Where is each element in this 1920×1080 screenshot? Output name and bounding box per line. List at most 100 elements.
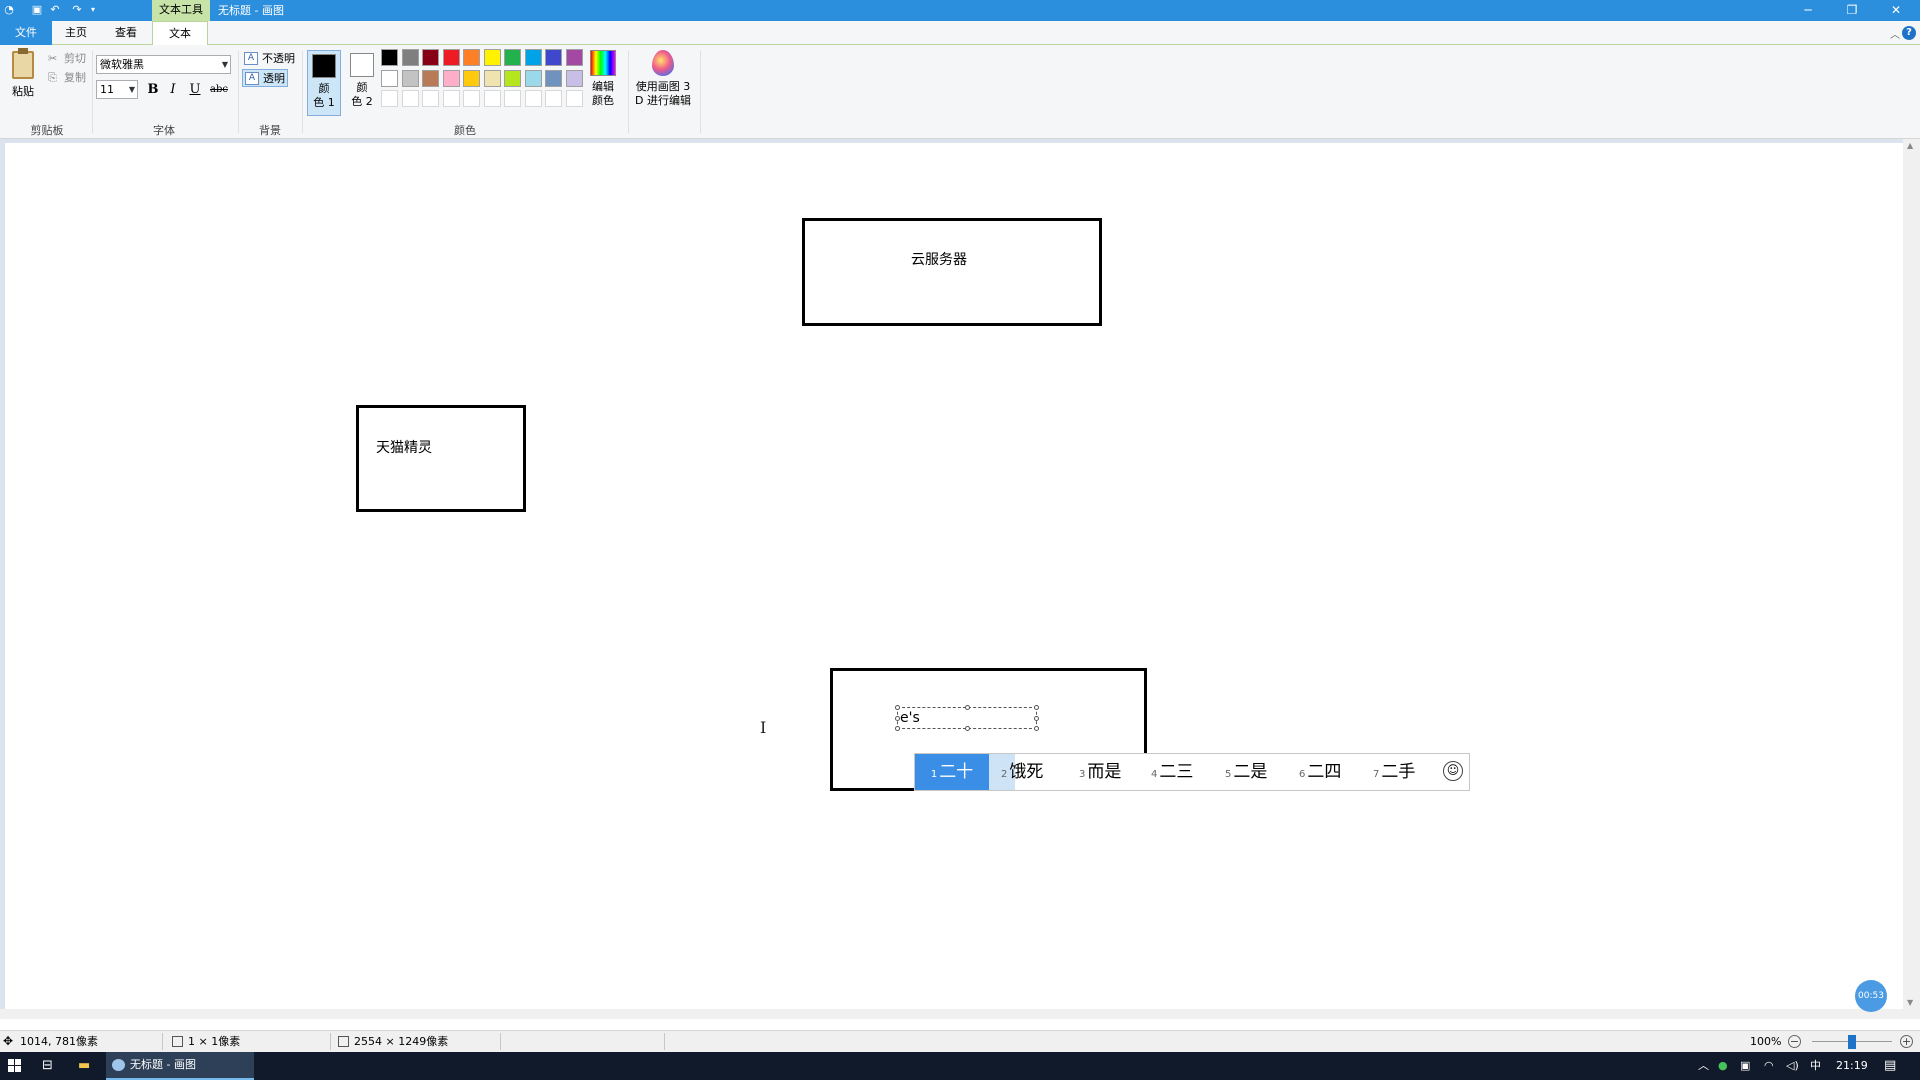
copy-button[interactable]: ⎘ 复制 (48, 70, 86, 86)
palette-swatch[interactable] (565, 90, 583, 107)
horizontal-scrollbar[interactable] (0, 1009, 1903, 1019)
opaque-button[interactable]: A 不透明 (242, 50, 295, 68)
help-icon[interactable]: ? (1902, 26, 1916, 40)
palette-swatch[interactable] (401, 90, 419, 107)
ime-candidate[interactable]: 3 而是 (1079, 754, 1121, 790)
palette-swatch[interactable] (545, 90, 562, 107)
ime-candidate[interactable]: 2 饿死 (1001, 754, 1043, 790)
ime-indicator[interactable]: 中 (1810, 1052, 1821, 1080)
palette-swatch[interactable] (483, 69, 501, 87)
transparent-button[interactable]: A 透明 (242, 69, 288, 87)
palette-swatch[interactable] (504, 49, 521, 66)
show-hidden-icons-icon[interactable]: ︿ (1698, 1052, 1709, 1080)
tab-text[interactable]: 文本 (152, 21, 208, 46)
file-explorer-icon[interactable]: ▬ (78, 1058, 90, 1073)
paint-app-icon[interactable]: ◔ (2, 3, 16, 17)
tab-home[interactable]: 主页 (56, 21, 96, 45)
palette-swatch[interactable] (381, 69, 398, 87)
palette-swatch[interactable] (504, 90, 521, 107)
palette-swatch[interactable] (524, 90, 542, 107)
scroll-down-icon[interactable]: ▼ (1907, 998, 1913, 1007)
windows-start-icon[interactable] (8, 1059, 22, 1073)
resize-handle[interactable] (1034, 716, 1039, 721)
wechat-icon[interactable]: ● (1718, 1052, 1728, 1080)
palette-swatch[interactable] (524, 69, 542, 87)
color2-button[interactable]: 颜 色 2 (345, 50, 379, 116)
paste-icon[interactable] (12, 48, 34, 79)
collapse-ribbon-icon[interactable]: ︿ (1890, 26, 1900, 41)
underline-button[interactable]: U (186, 80, 204, 99)
color1-button[interactable]: 颜 色 1 (307, 50, 341, 116)
input-method-icon[interactable]: ▣ (1740, 1052, 1750, 1080)
network-icon[interactable]: ◠ (1764, 1052, 1774, 1080)
tab-file[interactable]: 文件 (0, 21, 52, 45)
ime-candidate[interactable]: 6 二四 (1299, 754, 1341, 790)
zoom-slider-thumb[interactable] (1848, 1035, 1856, 1049)
notification-icon[interactable]: ▤ (1884, 1052, 1896, 1080)
palette-swatch[interactable] (422, 49, 439, 66)
palette-swatch[interactable] (381, 90, 398, 107)
restore-icon[interactable]: ❐ (1830, 0, 1874, 21)
drawing-canvas[interactable]: 云服务器 天猫精灵 I (5, 143, 1903, 1009)
redo-icon[interactable]: ↷ (70, 3, 84, 17)
palette-swatch[interactable] (545, 69, 562, 87)
font-family-select[interactable]: 微软雅黑 ▼ (96, 55, 231, 74)
palette-swatch[interactable] (442, 90, 460, 107)
recording-timer[interactable]: 00:53 (1855, 980, 1887, 1012)
zoom-in-icon[interactable]: + (1900, 1035, 1913, 1048)
resize-handle[interactable] (1034, 726, 1039, 731)
customize-quick-access-icon[interactable]: ▾ (86, 3, 100, 17)
palette-swatch[interactable] (442, 49, 460, 66)
clock[interactable]: 21:19 (1836, 1052, 1868, 1080)
palette-swatch[interactable] (483, 90, 501, 107)
palette-swatch[interactable] (504, 69, 521, 87)
palette-swatch[interactable] (545, 49, 562, 66)
palette-swatch[interactable] (422, 90, 439, 107)
scroll-up-icon[interactable]: ▲ (1907, 141, 1913, 150)
resize-handle[interactable] (1034, 705, 1039, 710)
text-edit-box[interactable]: e's (895, 705, 1039, 731)
close-icon[interactable]: ✕ (1874, 0, 1918, 21)
font-size-select[interactable]: 11 ▼ (96, 80, 138, 99)
palette-swatch[interactable] (483, 49, 501, 66)
palette-swatch[interactable] (524, 49, 542, 66)
resize-handle[interactable] (965, 705, 970, 710)
ime-candidate[interactable]: 1 二十 (915, 754, 989, 790)
taskbar-paint-app[interactable]: 无标题 - 画图 (106, 1052, 254, 1080)
candidate-number: 5 (1225, 769, 1232, 780)
cursor-position: ✥ 1014, 781像素 (0, 1031, 98, 1052)
palette-swatch[interactable] (422, 69, 439, 87)
paste-button[interactable]: 粘贴 (12, 84, 34, 100)
palette-swatch[interactable] (463, 49, 480, 66)
palette-swatch[interactable] (442, 69, 460, 87)
volume-icon[interactable]: ◁) (1786, 1052, 1799, 1080)
undo-icon[interactable]: ↶ (48, 3, 62, 17)
move-cursor-icon: ✥ (3, 1034, 14, 1048)
resize-handle[interactable] (965, 726, 970, 731)
palette-swatch[interactable] (565, 49, 583, 66)
palette-swatch[interactable] (463, 69, 480, 87)
cut-button[interactable]: ✂ 剪切 (48, 51, 86, 67)
bold-button[interactable]: B (144, 80, 162, 99)
save-icon[interactable]: ▣ (30, 3, 44, 17)
edit-colors-button[interactable]: 编辑 颜色 (590, 50, 616, 108)
palette-swatch[interactable] (381, 49, 398, 66)
vertical-scrollbar[interactable]: ▲ ▼ (1903, 139, 1920, 1019)
task-view-icon[interactable]: ⊟ (42, 1058, 53, 1073)
ime-candidate[interactable]: 4 二三 (1151, 754, 1193, 790)
palette-swatch[interactable] (401, 69, 419, 87)
strikethrough-button[interactable]: abc (208, 80, 230, 99)
zoom-out-icon[interactable]: − (1788, 1035, 1801, 1048)
edit-with-paint3d-button[interactable]: 使用画图 3 D 进行编辑 (632, 50, 694, 108)
ime-candidate[interactable]: 7 二手 (1373, 754, 1415, 790)
scissors-icon: ✂ (48, 52, 58, 65)
italic-button[interactable]: I (164, 80, 182, 99)
ime-candidate[interactable]: 5 二是 (1225, 754, 1267, 790)
palette-swatch[interactable] (565, 69, 583, 87)
minimize-icon[interactable]: ─ (1786, 0, 1830, 21)
tab-view[interactable]: 查看 (104, 21, 148, 45)
emoji-icon[interactable]: ☺ (1443, 761, 1463, 781)
palette-swatch[interactable] (401, 49, 419, 66)
resize-handle[interactable] (895, 726, 900, 731)
palette-swatch[interactable] (463, 90, 480, 107)
